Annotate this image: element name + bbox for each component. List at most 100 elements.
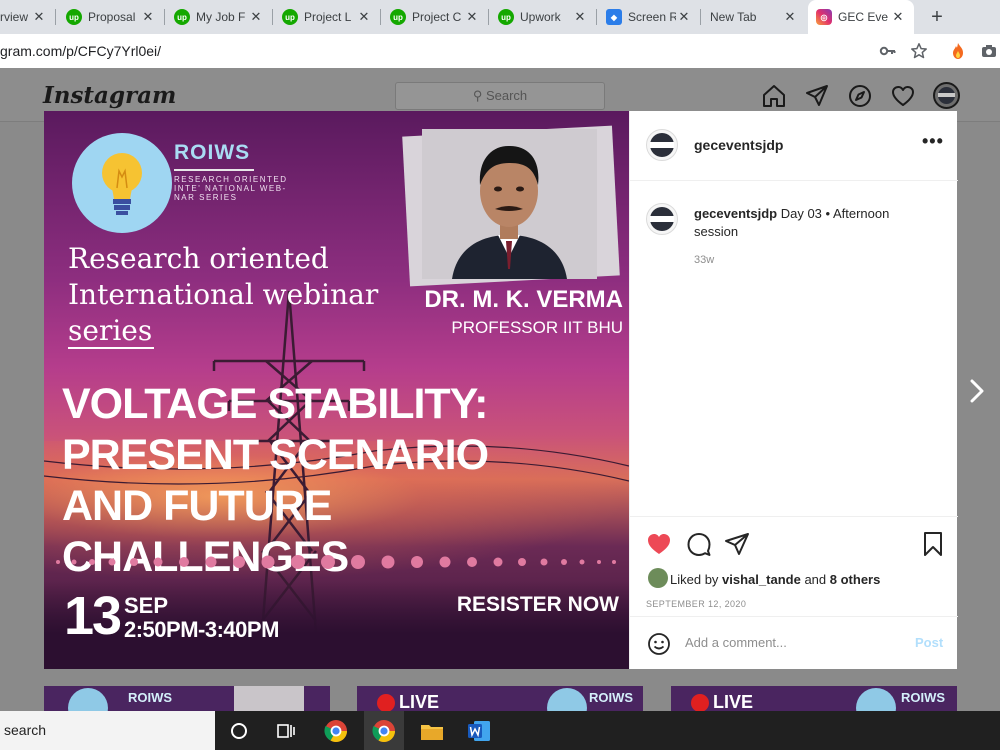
tab-2[interactable]: up My Job F ✕ <box>166 0 272 34</box>
event-time: 2:50PM-3:40PM <box>124 617 279 642</box>
tab-label: GEC Eve <box>838 10 889 24</box>
speaker-photo <box>422 129 597 279</box>
tab-3[interactable]: up Project L ✕ <box>274 0 380 34</box>
close-icon[interactable]: ✕ <box>356 9 372 25</box>
webinar-headline: VOLTAGE STABILITY: PRESENT SCENARIO AND … <box>62 379 622 583</box>
close-icon[interactable]: ✕ <box>31 9 47 25</box>
tab-7[interactable]: New Tab ✕ <box>702 0 806 34</box>
share-icon[interactable] <box>724 531 750 557</box>
search-icon: ⚲ <box>472 88 483 103</box>
tab-label: Project L <box>304 10 352 24</box>
tab-1[interactable]: up Proposal ✕ <box>58 0 164 34</box>
upwork-icon: up <box>498 9 514 25</box>
direct-message-icon[interactable] <box>804 83 830 109</box>
roiws-logo <box>72 133 172 233</box>
chrome-icon[interactable] <box>322 717 350 745</box>
author-username[interactable]: geceventsjdp <box>694 137 783 153</box>
heart-icon[interactable] <box>890 83 916 109</box>
liked-by-text: Liked by vishal_tande and 8 others <box>670 572 880 587</box>
close-icon[interactable]: ✕ <box>782 9 798 25</box>
upwork-icon: up <box>66 9 82 25</box>
key-icon[interactable] <box>879 42 897 60</box>
bookmark-icon[interactable] <box>920 531 946 557</box>
caption-age: 33w <box>694 254 715 266</box>
chevron-right-icon[interactable] <box>962 376 992 406</box>
comment-form: Add a comment... Post <box>630 616 958 669</box>
tab-label: Upwork <box>520 10 561 24</box>
instagram-icon: ◎ <box>816 9 832 25</box>
post-header: geceventsjdp ••• <box>630 111 958 181</box>
star-icon[interactable] <box>910 42 928 60</box>
dotted-divider <box>56 555 616 569</box>
screen-recorder-icon: ◆ <box>606 9 622 25</box>
tab-label: rview <box>0 10 29 24</box>
emoji-icon[interactable] <box>647 632 671 656</box>
lightbulb-icon <box>102 153 142 215</box>
home-icon[interactable] <box>761 83 787 109</box>
instagram-logo[interactable]: Instagram <box>43 82 176 109</box>
close-icon[interactable]: ✕ <box>140 9 156 25</box>
explore-icon[interactable] <box>847 83 873 109</box>
event-month: SEP <box>124 593 169 618</box>
liked-username[interactable]: vishal_tande <box>722 572 801 587</box>
new-tab-button[interactable]: + <box>923 3 951 31</box>
author-avatar[interactable] <box>646 129 678 161</box>
title-line: Research oriented <box>68 242 329 275</box>
taskbar-search-input[interactable]: search <box>0 711 215 750</box>
live-badge-graphic: LIVE <box>399 692 440 712</box>
profile-avatar[interactable] <box>933 82 960 109</box>
register-now-text: RESISTER NOW <box>456 593 619 616</box>
thumbnail-label: ROIWS <box>128 690 173 705</box>
close-icon[interactable]: ✕ <box>676 9 692 25</box>
comment-icon[interactable] <box>686 531 712 557</box>
post-comment-button[interactable]: Post <box>915 635 943 650</box>
tab-label: Proposal <box>88 10 136 24</box>
liker-avatar[interactable] <box>648 568 668 588</box>
file-explorer-icon[interactable] <box>418 717 446 745</box>
task-view-icon[interactable] <box>272 717 300 745</box>
word-icon[interactable] <box>465 717 493 745</box>
post-caption: geceventsjdp Day 03 • Afternoon session <box>694 205 934 241</box>
cortana-icon[interactable] <box>225 717 253 745</box>
title-line: series <box>68 314 153 347</box>
thumbnail-label: ROIWS <box>589 690 634 705</box>
close-icon[interactable]: ✕ <box>572 9 588 25</box>
close-icon[interactable]: ✕ <box>890 9 906 25</box>
upwork-icon: up <box>282 9 298 25</box>
caption-username[interactable]: geceventsjdp <box>694 206 777 221</box>
post-date: SEPTEMBER 12, 2020 <box>646 599 747 609</box>
liked-prefix: Liked by <box>670 572 719 587</box>
liked-others-link[interactable]: 8 others <box>830 572 881 587</box>
post-details-panel: geceventsjdp ••• geceventsjdp Day 03 • A… <box>629 111 958 669</box>
speaker-name: DR. M. K. VERMA <box>424 286 623 313</box>
brand-title: ROIWS <box>174 141 251 164</box>
url-input[interactable]: gram.com/p/CFCy7Yrl0ei/ <box>0 43 161 59</box>
comment-input[interactable]: Add a comment... <box>685 635 885 650</box>
event-day: 13 <box>64 586 122 646</box>
close-icon[interactable]: ✕ <box>464 9 480 25</box>
more-options-icon[interactable]: ••• <box>922 131 944 152</box>
chrome-active-icon[interactable] <box>370 717 398 745</box>
tab-label: My Job F <box>196 10 246 24</box>
tab-5[interactable]: up Upwork ✕ <box>490 0 596 34</box>
tab-6[interactable]: ◆ Screen R ✕ <box>598 0 700 34</box>
tab-0[interactable]: rview ✕ <box>0 0 55 34</box>
camera-icon[interactable] <box>980 42 998 60</box>
tab-8-active[interactable]: ◎ GEC Eve ✕ <box>808 0 914 34</box>
speaker-role: PROFESSOR IIT BHU <box>451 318 623 337</box>
close-icon[interactable]: ✕ <box>248 9 264 25</box>
caption-avatar[interactable] <box>646 203 678 235</box>
extension-flame-icon[interactable] <box>949 42 967 60</box>
tab-label: Project C <box>412 10 462 24</box>
upwork-icon: up <box>390 9 406 25</box>
headline-line: PRESENT SCENARIO <box>62 431 489 479</box>
webinar-series-title: Research oriented International webinar … <box>68 241 408 349</box>
windows-taskbar: search <box>0 711 1000 750</box>
post-image[interactable]: ROIWS Research Oriented Inte' National W… <box>44 111 629 669</box>
tab-4[interactable]: up Project C ✕ <box>382 0 488 34</box>
headline-line: VOLTAGE STABILITY: <box>62 380 489 428</box>
search-input[interactable]: ⚲ Search <box>395 82 605 110</box>
live-badge-graphic: LIVE <box>713 692 754 712</box>
browser-tab-bar: rview ✕ up Proposal ✕ up My Job F ✕ up P… <box>0 0 1000 34</box>
like-heart-icon[interactable] <box>646 531 672 557</box>
